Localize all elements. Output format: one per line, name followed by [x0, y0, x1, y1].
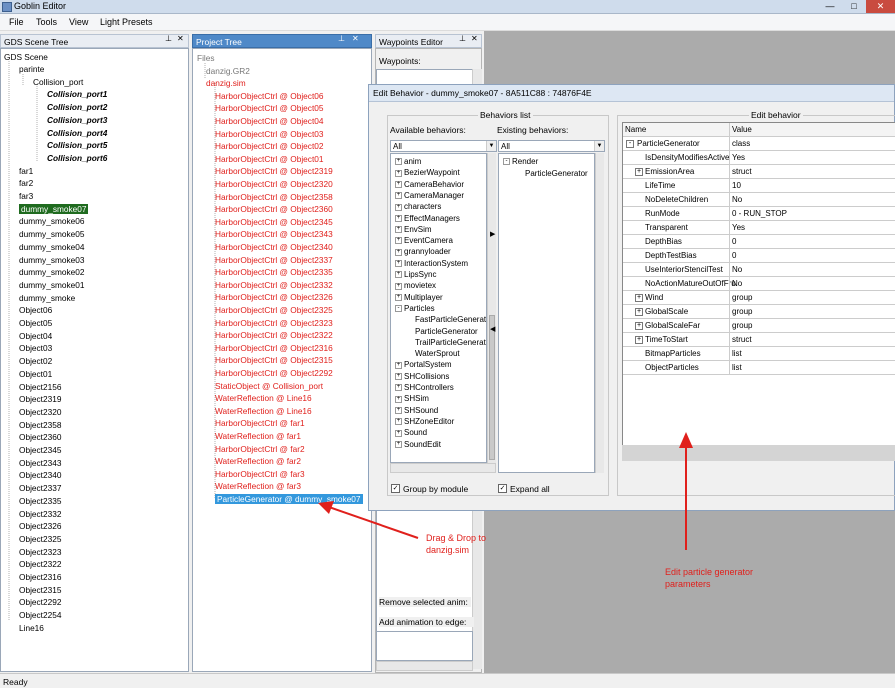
drag-drop-annotation-2: danzig.sim	[426, 545, 470, 555]
status-text: Ready	[3, 677, 28, 687]
drag-drop-annotation-1: Drag & Drop to	[426, 533, 487, 543]
edit-params-annotation-1: Edit particle generator	[665, 567, 754, 577]
edit-params-annotation-2: parameters	[665, 579, 711, 589]
edit-arrow-head	[679, 432, 693, 448]
drag-arrow-line	[325, 505, 419, 539]
annotation-arrows	[318, 432, 693, 550]
status-bar: Ready	[0, 673, 895, 688]
